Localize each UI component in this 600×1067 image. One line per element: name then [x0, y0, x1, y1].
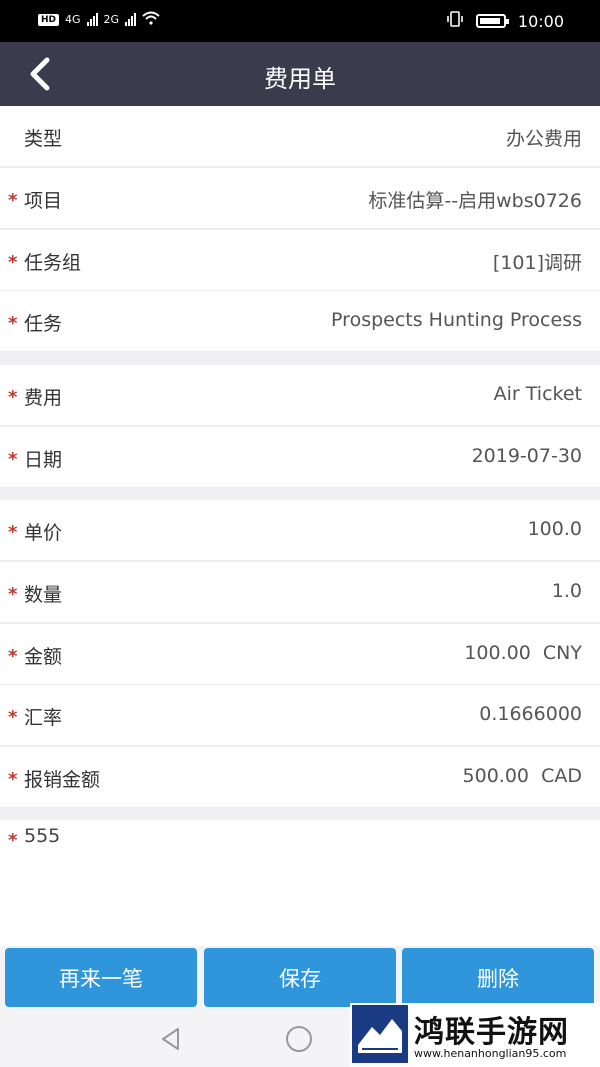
row-value: 100.0 — [527, 518, 582, 540]
hd-icon: HD — [38, 13, 60, 26]
status-left: HD 4G 2G — [38, 11, 160, 28]
row-value: 100.00 CNY — [464, 642, 582, 664]
memo-text[interactable]: 555 — [24, 825, 60, 847]
row-value: 0.1666000 — [479, 703, 582, 725]
form-row-amount[interactable]: * 金额 100.00 CNY — [0, 624, 600, 685]
row-label: 汇率 — [24, 707, 63, 729]
row-label: 任务组 — [24, 252, 82, 274]
required-star: * — [8, 252, 18, 273]
row-label: 数量 — [24, 584, 63, 606]
status-right: 10:00 — [446, 10, 564, 32]
form-row-expense[interactable]: * 费用 Air Ticket — [0, 365, 600, 426]
vibrate-icon — [446, 10, 464, 32]
row-value: Prospects Hunting Process — [331, 309, 582, 331]
form-row-exchange-rate[interactable]: * 汇率 0.1666000 — [0, 685, 600, 746]
required-star: * — [8, 830, 18, 851]
row-label: 项目 — [24, 190, 63, 212]
watermark-logo — [352, 1005, 408, 1063]
form-row-quantity[interactable]: * 数量 1.0 — [0, 562, 600, 623]
row-label: 金额 — [24, 646, 63, 668]
required-star: * — [8, 769, 18, 790]
form-row-date[interactable]: * 日期 2019-07-30 — [0, 427, 600, 488]
watermark-url: www.henanhonglian95.com — [414, 1047, 567, 1060]
row-label: 报销金额 — [24, 769, 101, 791]
status-bar: HD 4G 2G 10:00 — [0, 0, 600, 42]
form-row-reimburse-amount[interactable]: * 报销金额 500.00 CAD — [0, 747, 600, 808]
add-another-button[interactable]: 再来一笔 — [5, 948, 197, 1007]
row-label: 单价 — [24, 522, 63, 544]
required-star: * — [8, 584, 18, 605]
system-home-icon[interactable] — [286, 1026, 312, 1052]
required-star: * — [8, 522, 18, 543]
row-value: [101]调研 — [492, 252, 582, 274]
page-title: 费用单 — [264, 65, 336, 93]
network-2g-label: 2G — [103, 13, 120, 26]
network-4g-label: 4G — [65, 13, 81, 26]
row-value: 500.00 CAD — [462, 765, 582, 787]
form-row-unit-price[interactable]: * 单价 100.0 — [0, 500, 600, 561]
nav-bar: 费用单 — [0, 42, 600, 106]
required-star: * — [8, 313, 18, 334]
signal-icon-2 — [125, 13, 137, 26]
system-back-icon[interactable] — [158, 1026, 184, 1052]
memo-field[interactable]: * 555 — [0, 820, 600, 946]
row-label: 日期 — [24, 449, 63, 471]
watermark: 鸿联手游网 www.henanhonglian95.com — [350, 1003, 600, 1067]
row-value: 2019-07-30 — [471, 445, 582, 467]
form-row-project[interactable]: * 项目 标准估算--启用wbs0726 — [0, 168, 600, 229]
form-row-task-group[interactable]: * 任务组 [101]调研 — [0, 230, 600, 291]
row-value: Air Ticket — [493, 383, 582, 405]
row-value: 办公费用 — [505, 128, 582, 150]
row-value: 标准估算--启用wbs0726 — [368, 190, 582, 212]
required-star: * — [8, 387, 18, 408]
watermark-title: 鸿联手游网 — [414, 1015, 569, 1050]
row-value: 1.0 — [551, 580, 582, 602]
status-time: 10:00 — [517, 11, 564, 31]
row-label: 费用 — [24, 387, 63, 409]
row-label: 类型 — [24, 128, 63, 150]
form-row-task[interactable]: * 任务 Prospects Hunting Process — [0, 291, 600, 352]
save-button[interactable]: 保存 — [204, 948, 396, 1007]
required-star: * — [8, 190, 18, 211]
form-row-type[interactable]: 类型 办公费用 — [0, 106, 600, 167]
required-star: * — [8, 707, 18, 728]
row-label: 任务 — [24, 313, 63, 335]
delete-button[interactable]: 删除 — [402, 948, 594, 1007]
wifi-icon — [142, 11, 160, 28]
battery-icon — [475, 14, 509, 28]
required-star: * — [8, 449, 18, 470]
required-star: * — [8, 646, 18, 667]
signal-icon — [86, 13, 98, 26]
